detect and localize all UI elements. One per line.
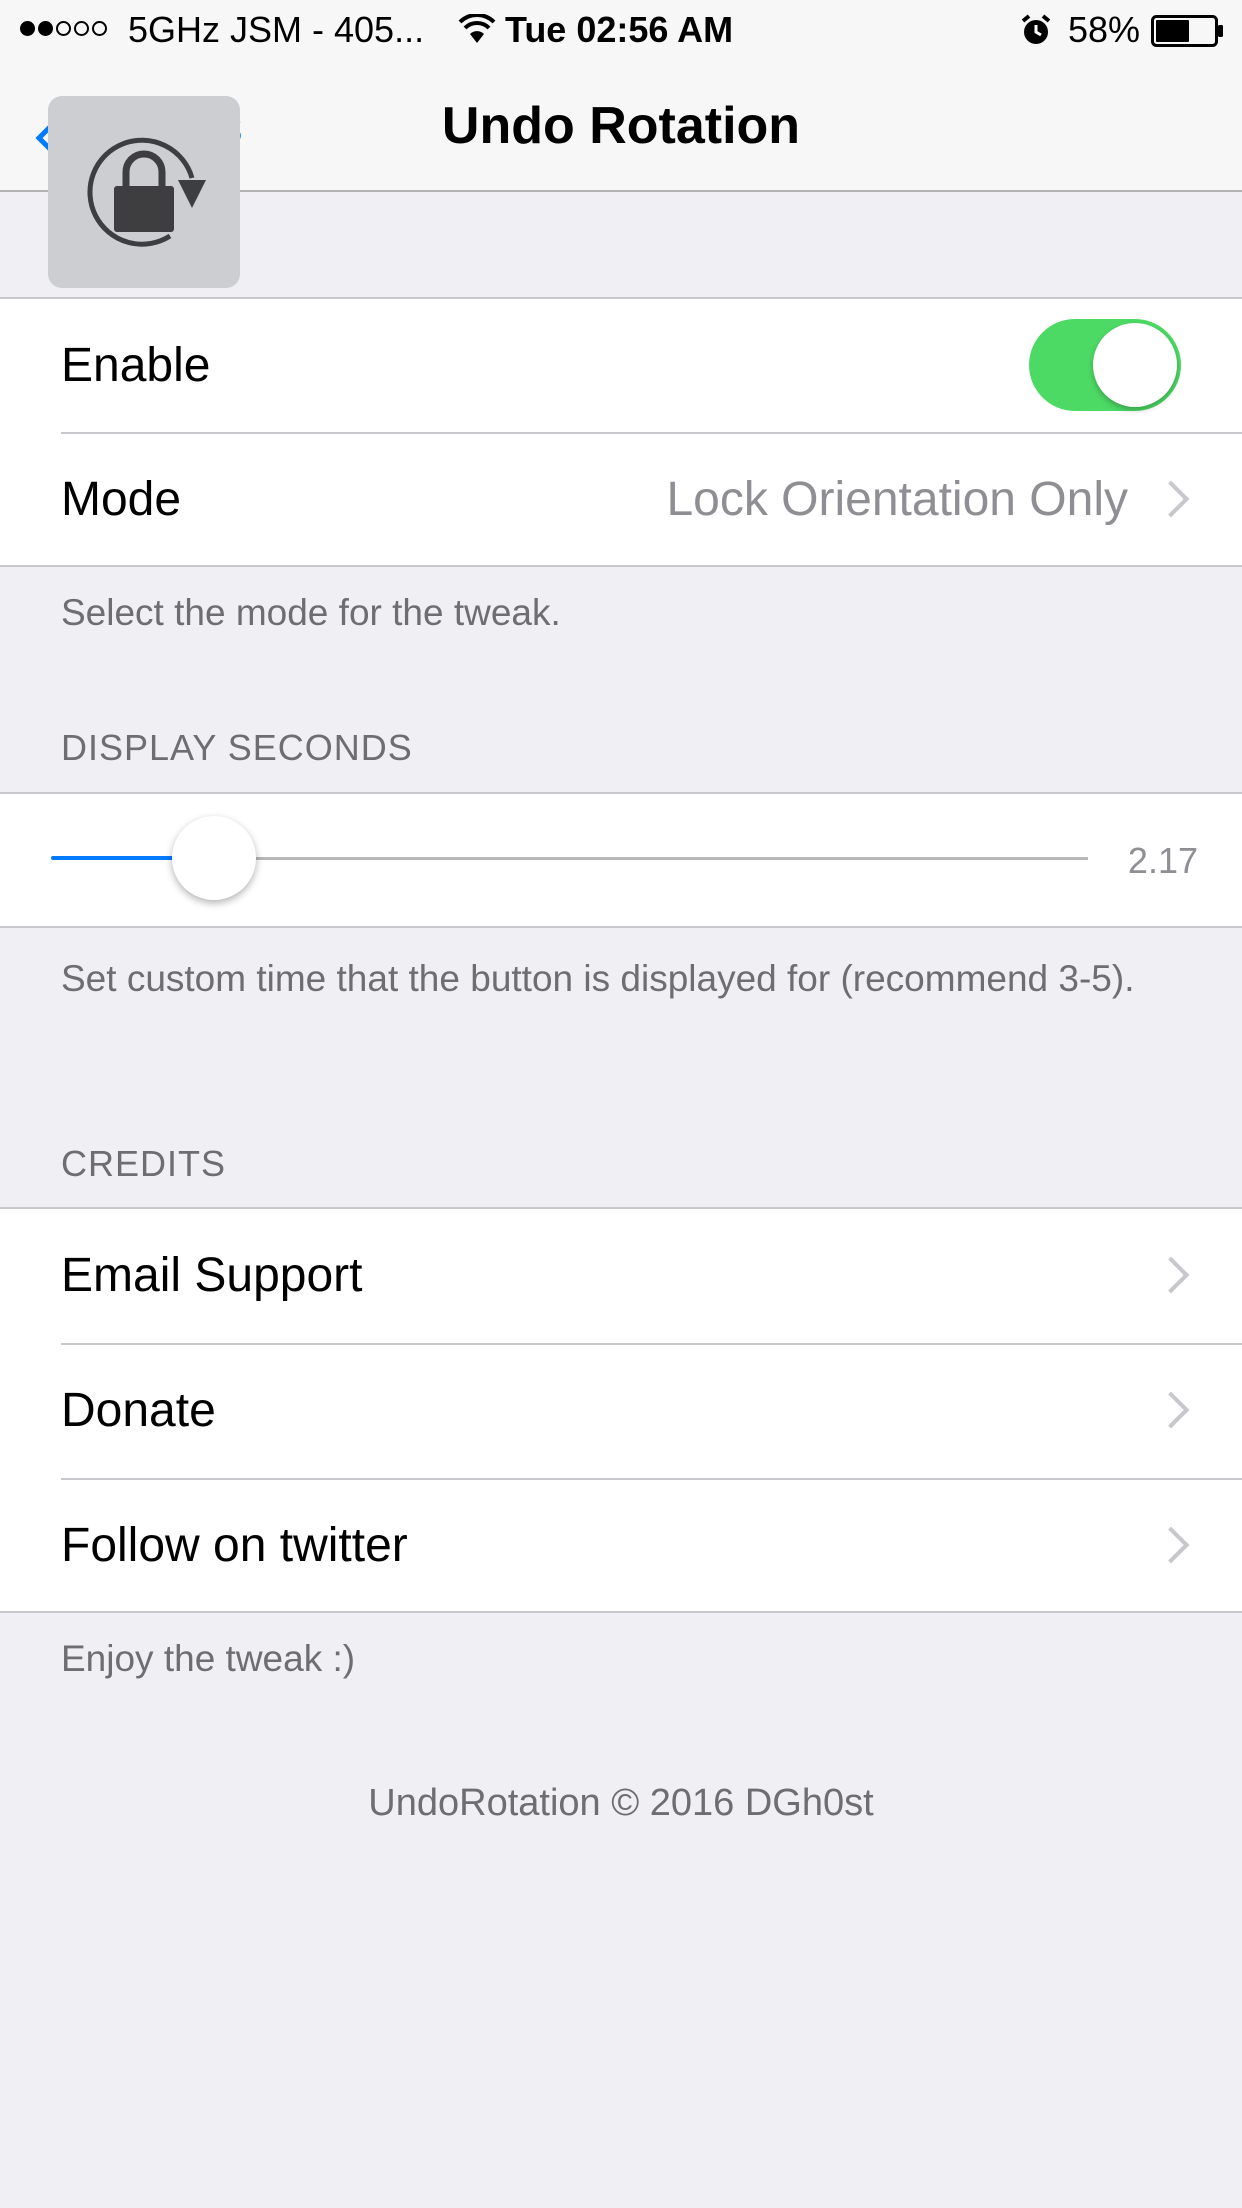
enable-label: Enable bbox=[61, 339, 211, 392]
mode-footer: Select the mode for the tweak. bbox=[61, 592, 561, 633]
display-seconds-header: DISPLAY SECONDS bbox=[61, 727, 413, 768]
signal-dot bbox=[92, 21, 107, 36]
carrier-name: 5GHz JSM - 405... bbox=[128, 9, 425, 50]
signal-dot bbox=[20, 21, 35, 36]
mode-cell[interactable]: Mode Lock Orientation Only bbox=[0, 433, 1242, 567]
wifi-icon bbox=[458, 12, 496, 49]
rotation-lock-overlay-button[interactable] bbox=[48, 96, 240, 288]
donate-cell[interactable]: Donate bbox=[0, 1344, 1242, 1478]
mode-label: Mode bbox=[61, 473, 182, 526]
email-support-cell[interactable]: Email Support bbox=[0, 1209, 1242, 1343]
display-seconds-group: 2.17 bbox=[0, 792, 1242, 928]
follow-twitter-label: Follow on twitter bbox=[61, 1519, 408, 1572]
signal-dot bbox=[38, 21, 53, 36]
display-seconds-slider-thumb[interactable] bbox=[172, 816, 256, 900]
battery-percent: 58% bbox=[1068, 9, 1141, 50]
copyright-text: UndoRotation © 2016 DGh0st bbox=[368, 1782, 874, 1824]
credits-header: CREDITS bbox=[61, 1143, 227, 1184]
rotation-lock-icon bbox=[74, 122, 214, 267]
follow-twitter-cell[interactable]: Follow on twitter bbox=[0, 1479, 1242, 1613]
credits-footer: Enjoy the tweak :) bbox=[61, 1638, 356, 1679]
chevron-right-icon bbox=[1152, 480, 1190, 518]
enable-toggle[interactable] bbox=[1029, 319, 1181, 411]
battery-icon bbox=[1151, 15, 1225, 52]
display-seconds-footer: Set custom time that the button is displ… bbox=[61, 958, 1135, 999]
display-seconds-slider-cell: 2.17 bbox=[0, 794, 1242, 928]
alarm-icon bbox=[1020, 14, 1052, 51]
settings-group: Enable Mode Lock Orientation Only bbox=[0, 297, 1242, 567]
status-time: Tue 02:56 AM bbox=[505, 9, 734, 50]
signal-dot bbox=[56, 21, 71, 36]
credits-group: Email Support Donate Follow on twitter bbox=[0, 1207, 1242, 1613]
signal-dot bbox=[74, 21, 89, 36]
display-seconds-value: 2.17 bbox=[1127, 840, 1198, 881]
status-bar: 5GHz JSM - 405... Tue 02:56 AM 58% bbox=[0, 0, 1242, 60]
chevron-right-icon bbox=[1152, 1391, 1190, 1429]
chevron-right-icon bbox=[1152, 1526, 1190, 1564]
chevron-right-icon bbox=[1152, 1256, 1190, 1294]
donate-label: Donate bbox=[61, 1384, 216, 1437]
slider-track-empty bbox=[213, 857, 1088, 860]
mode-value: Lock Orientation Only bbox=[666, 473, 1128, 526]
toggle-knob bbox=[1093, 323, 1177, 407]
email-support-label: Email Support bbox=[61, 1249, 363, 1302]
enable-cell: Enable bbox=[0, 299, 1242, 433]
